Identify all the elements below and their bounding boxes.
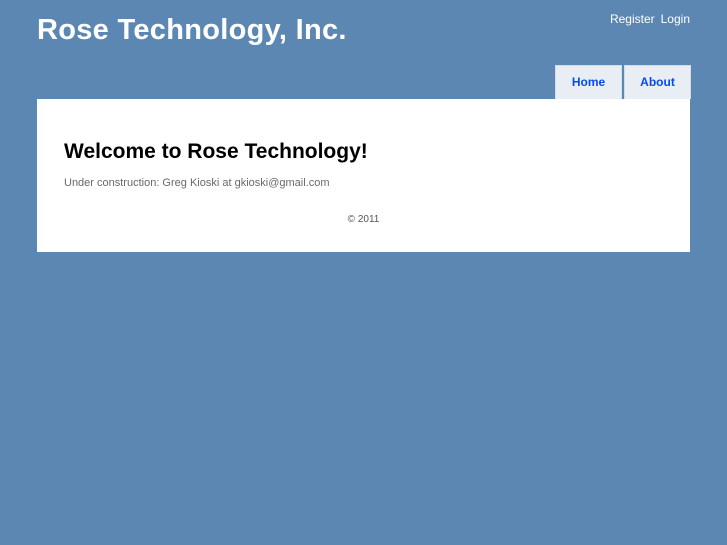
login-link[interactable]: Login [661,12,690,26]
main-content: Welcome to Rose Technology! Under constr… [37,99,690,252]
tab-home[interactable]: Home [555,65,622,99]
page-heading: Welcome to Rose Technology! [64,140,368,163]
register-link[interactable]: Register [610,12,655,26]
construction-notice: Under construction: Greg Kioski at gkios… [64,177,330,189]
tab-about[interactable]: About [624,65,691,99]
site-title: Rose Technology, Inc. [37,14,347,46]
account-links: Register Login [610,12,690,26]
copyright-footer: © 2011 [347,214,380,225]
main-menu: Home About [555,65,691,99]
